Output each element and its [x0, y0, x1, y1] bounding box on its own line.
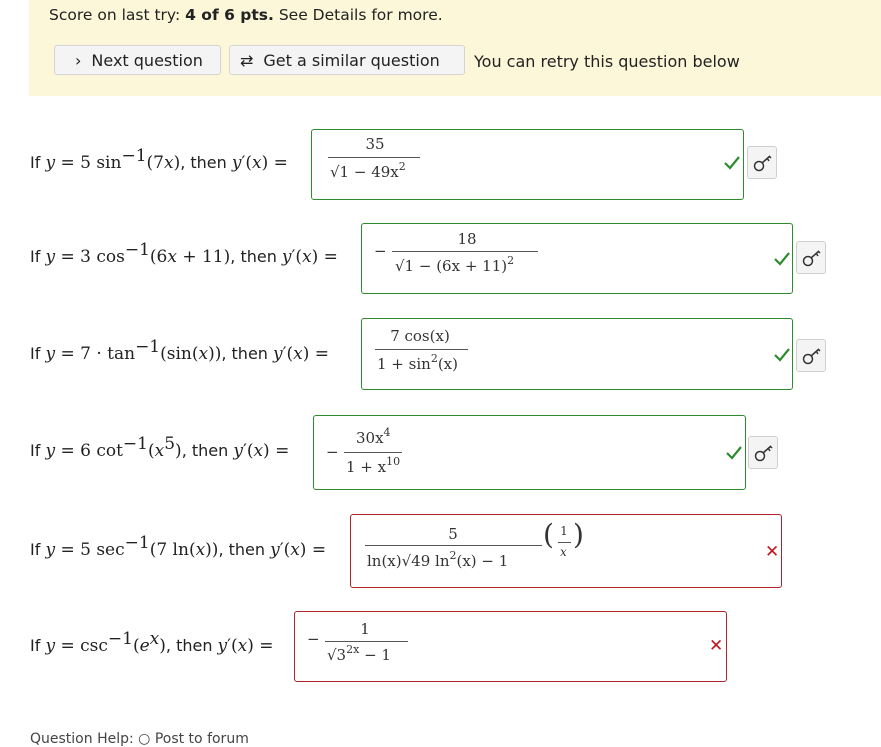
answer-1-numerator: 35: [365, 135, 385, 153]
answer-field-1[interactable]: 35 √1 − 49x2: [311, 129, 744, 200]
fraction-bar: [392, 251, 538, 252]
key-icon: [754, 445, 773, 462]
paren-numerator: 1: [560, 524, 568, 538]
question-3: If y = 7 · tan−1(sin(x)), then y′(x) =: [30, 337, 329, 365]
answer-4-numerator: 30x4: [356, 426, 391, 447]
similar-question-button[interactable]: ⇄ Get a similar question: [229, 45, 465, 75]
cross-icon: ✕: [765, 542, 780, 562]
answer-3-denominator: 1 + sin2(x): [377, 352, 458, 373]
answer-3-numerator: 7 cos(x): [390, 327, 450, 345]
key-button-3[interactable]: [796, 339, 826, 372]
similar-question-label: Get a similar question: [263, 50, 440, 70]
answer-field-6[interactable]: − 1 √32x − 1 ✕: [294, 611, 727, 682]
next-question-label: Next question: [91, 50, 203, 70]
paren-close: ): [573, 518, 584, 551]
score-prefix: Score on last try:: [49, 6, 181, 24]
check-icon: [774, 252, 790, 266]
score-text: Score on last try: 4 of 6 pts. See Detai…: [49, 6, 443, 24]
answer-5-denominator: ln(x)√49 ln2(x) − 1: [367, 549, 509, 570]
score-value: 4 of 6 pts.: [185, 6, 274, 24]
fraction-bar: [558, 542, 571, 543]
answer-field-2[interactable]: − 18 √1 − (6x + 11)2: [361, 223, 793, 294]
answer-6-numerator: 1: [360, 620, 370, 638]
question-5: If y = 5 sec−1(7 ln(x)), then y′(x) =: [30, 533, 327, 561]
key-button-4[interactable]: [748, 436, 778, 469]
minus-sign: −: [326, 443, 339, 461]
minus-sign: −: [374, 242, 387, 260]
score-suffix: See Details for more.: [278, 6, 443, 24]
fraction-bar: [365, 545, 542, 546]
answer-2-numerator: 18: [457, 230, 477, 248]
answer-5-numerator: 5: [448, 525, 458, 543]
key-button-1[interactable]: [747, 146, 777, 179]
key-icon: [802, 348, 821, 365]
key-icon: [753, 155, 772, 172]
fraction-bar: [375, 349, 468, 350]
question-help-partial: Question Help: ○ Post to forum: [30, 731, 249, 747]
paren-fraction: (: [543, 518, 554, 551]
cross-icon: ✕: [709, 636, 724, 656]
answer-field-5[interactable]: 5 ln(x)√49 ln2(x) − 1 ( 1 x ) ✕: [350, 514, 782, 588]
question-4: If y = 6 cot−1(x5), then y′(x) =: [30, 434, 290, 462]
retry-text: You can retry this question below: [474, 52, 740, 71]
refresh-icon: ⇄: [240, 50, 254, 70]
fraction-bar: [344, 452, 402, 453]
fraction-bar: [328, 157, 420, 158]
question-6: If y = csc−1(ex), then y′(x) =: [30, 629, 274, 657]
answer-field-4[interactable]: − 30x4 1 + x10: [313, 415, 746, 490]
answer-2-denominator: √1 − (6x + 11)2: [395, 254, 515, 275]
key-icon: [802, 250, 821, 267]
paren-denominator: x: [560, 545, 567, 559]
answer-4-denominator: 1 + x10: [346, 455, 401, 476]
fraction-bar: [325, 641, 408, 642]
answer-6-denominator: √32x − 1: [327, 643, 391, 664]
key-button-2[interactable]: [796, 241, 826, 274]
answer-1-denominator: √1 − 49x2: [330, 160, 406, 181]
answer-field-3[interactable]: 7 cos(x) 1 + sin2(x): [361, 318, 793, 390]
check-icon: [774, 348, 790, 362]
minus-sign: −: [307, 630, 320, 648]
question-2: If y = 3 cos−1(6x + 11), then y′(x) =: [30, 240, 338, 268]
question-1: If y = 5 sin−1(7x), then y′(x) =: [30, 146, 288, 174]
check-icon: [726, 446, 742, 460]
next-question-button[interactable]: › Next question: [54, 45, 221, 75]
check-icon: [724, 156, 740, 170]
chevron-right-icon: ›: [75, 50, 82, 70]
